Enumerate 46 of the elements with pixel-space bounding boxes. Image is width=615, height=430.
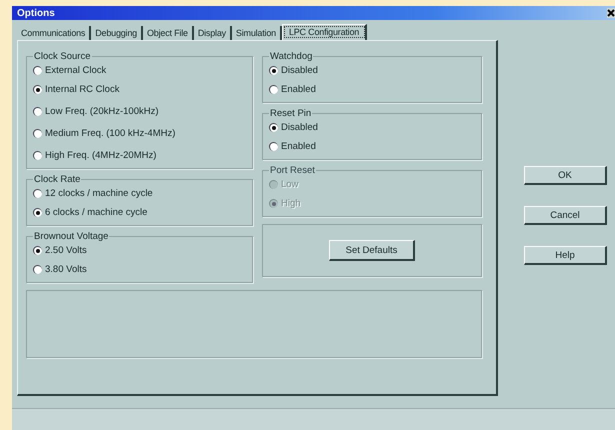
radio-label: High: [280, 198, 301, 208]
radio-button[interactable]: [33, 208, 42, 216]
tab[interactable]: Simulation: [232, 26, 282, 40]
tab[interactable]: Debugging: [91, 26, 143, 40]
radio-label: Low: [280, 178, 298, 190]
radio-label: Internal RC Clock: [45, 84, 120, 94]
radio-button[interactable]: [268, 142, 278, 150]
group-title: Watchdog: [268, 51, 314, 62]
radio-label: High Freq. (4MHz-20MHz): [45, 150, 156, 160]
tab[interactable]: LPC Configuration: [282, 24, 368, 40]
radio-button[interactable]: [33, 128, 42, 138]
radio-button[interactable]: [33, 106, 42, 116]
radio-label: Enabled: [280, 140, 316, 152]
group-title: Clock Source: [33, 51, 92, 62]
tab[interactable]: Object File: [142, 26, 194, 40]
group-title: Reset Pin: [268, 108, 312, 119]
group-title: Brownout Voltage: [33, 231, 110, 242]
close-icon[interactable]: [607, 8, 615, 18]
radio-button[interactable]: [33, 66, 42, 74]
dialog-button[interactable]: Help: [524, 246, 607, 265]
window-title: Options: [17, 8, 55, 18]
radio-label: Enabled: [280, 84, 316, 94]
radio-label: 12 clocks / machine cycle: [45, 188, 153, 198]
radio-label: 6 clocks / machine cycle: [45, 206, 148, 218]
tab[interactable]: Display: [194, 26, 232, 40]
radio-label: Disabled: [280, 64, 318, 76]
set-defaults-button[interactable]: Set Defaults: [328, 240, 415, 261]
radio-label: 3.80 Volts: [45, 264, 87, 274]
tab[interactable]: Communications: [17, 26, 92, 40]
group-title: Port Reset: [268, 165, 316, 176]
radio-button[interactable]: [268, 84, 278, 94]
radio-button[interactable]: [268, 66, 278, 74]
group-title: Clock Rate: [33, 174, 82, 185]
radio-label: External Clock: [45, 64, 106, 76]
radio-button[interactable]: [33, 188, 42, 198]
dialog-button[interactable]: OK: [524, 166, 607, 185]
radio-button[interactable]: [268, 122, 278, 132]
radio-button[interactable]: [33, 84, 42, 94]
radio-label: Disabled: [280, 122, 318, 132]
radio-label: Low Freq. (20kHz-100kHz): [45, 106, 159, 116]
radio-button[interactable]: [33, 264, 42, 274]
radio-button[interactable]: [33, 150, 42, 160]
radio-label: Medium Freq. (100 kHz-4MHz): [45, 128, 176, 138]
radio-button[interactable]: [33, 246, 42, 254]
radio-label: 2.50 Volts: [45, 244, 87, 256]
dialog-button[interactable]: Cancel: [524, 206, 607, 225]
